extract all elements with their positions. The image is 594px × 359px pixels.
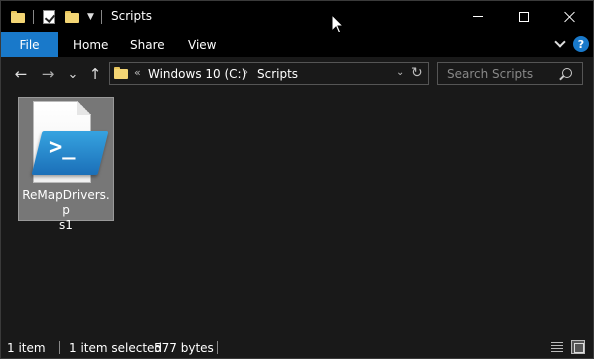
folder-icon	[11, 11, 25, 23]
help-icon[interactable]: ?	[573, 36, 589, 52]
details-view-icon[interactable]	[551, 341, 563, 353]
recent-locations-chevron-icon[interactable]: ⌄	[66, 64, 80, 84]
tab-view[interactable]: View	[188, 32, 216, 57]
search-icon[interactable]	[562, 68, 572, 78]
up-arrow-icon[interactable]: ↑	[86, 64, 104, 84]
address-dropdown-chevron-icon[interactable]: ⌄	[396, 67, 404, 78]
maximize-button[interactable]	[501, 1, 547, 32]
breadcrumb-scripts[interactable]: Scripts	[257, 67, 298, 81]
powershell-script-icon: >_	[27, 101, 109, 185]
title-bar: ▼ Scripts	[1, 1, 593, 35]
close-button[interactable]	[547, 1, 593, 32]
breadcrumb-overflow-icon[interactable]: «	[134, 66, 141, 79]
status-divider	[59, 341, 60, 354]
properties-check-icon[interactable]	[43, 10, 55, 24]
breadcrumb-drive[interactable]: Windows 10 (C:)	[148, 67, 246, 81]
search-box[interactable]: Search Scripts	[437, 62, 583, 85]
maximize-icon	[519, 11, 529, 22]
new-folder-icon[interactable]	[65, 11, 79, 23]
toolbar-divider	[101, 10, 102, 24]
toolbar-divider	[33, 10, 34, 24]
address-folder-icon	[114, 67, 128, 79]
window-title: Scripts	[111, 9, 153, 23]
customize-caret-icon[interactable]: ▼	[87, 12, 94, 22]
navigation-bar: ← → ⌄ ↑ « Windows 10 (C:) › Scripts ⌄ ↻ …	[1, 57, 593, 91]
address-bar[interactable]: « Windows 10 (C:) › Scripts ⌄ ↻	[109, 62, 429, 85]
file-item[interactable]: >_ ReMapDrivers.p s1	[18, 97, 114, 232]
file-list-area[interactable]: >_ ReMapDrivers.p s1	[1, 91, 593, 336]
explorer-window: ▼ Scripts File Home Share View ? ← → ⌄ ↑	[0, 0, 594, 359]
minimize-icon	[473, 16, 483, 17]
ribbon-tabs: File Home Share View ?	[1, 32, 593, 57]
forward-arrow-icon[interactable]: →	[38, 64, 58, 84]
close-icon	[564, 11, 576, 23]
status-divider	[217, 341, 218, 354]
tab-file[interactable]: File	[1, 32, 58, 57]
search-placeholder: Search Scripts	[447, 67, 534, 81]
breadcrumb-separator-icon[interactable]: ›	[244, 67, 248, 78]
large-icons-view-icon[interactable]	[571, 340, 585, 354]
tab-home[interactable]: Home	[73, 32, 108, 57]
expand-ribbon-chevron-icon[interactable]	[554, 38, 566, 50]
tab-share[interactable]: Share	[130, 32, 165, 57]
quick-access-toolbar	[11, 7, 25, 27]
status-bar: 1 item 1 item selected 577 bytes	[1, 336, 593, 358]
back-arrow-icon[interactable]: ←	[11, 64, 31, 84]
selected-size: 577 bytes	[154, 341, 214, 355]
selected-count: 1 item selected	[69, 341, 163, 355]
file-name: ReMapDrivers.p s1	[22, 188, 110, 232]
item-count: 1 item	[7, 341, 46, 355]
minimize-button[interactable]	[455, 1, 501, 32]
refresh-icon[interactable]: ↻	[411, 65, 423, 81]
